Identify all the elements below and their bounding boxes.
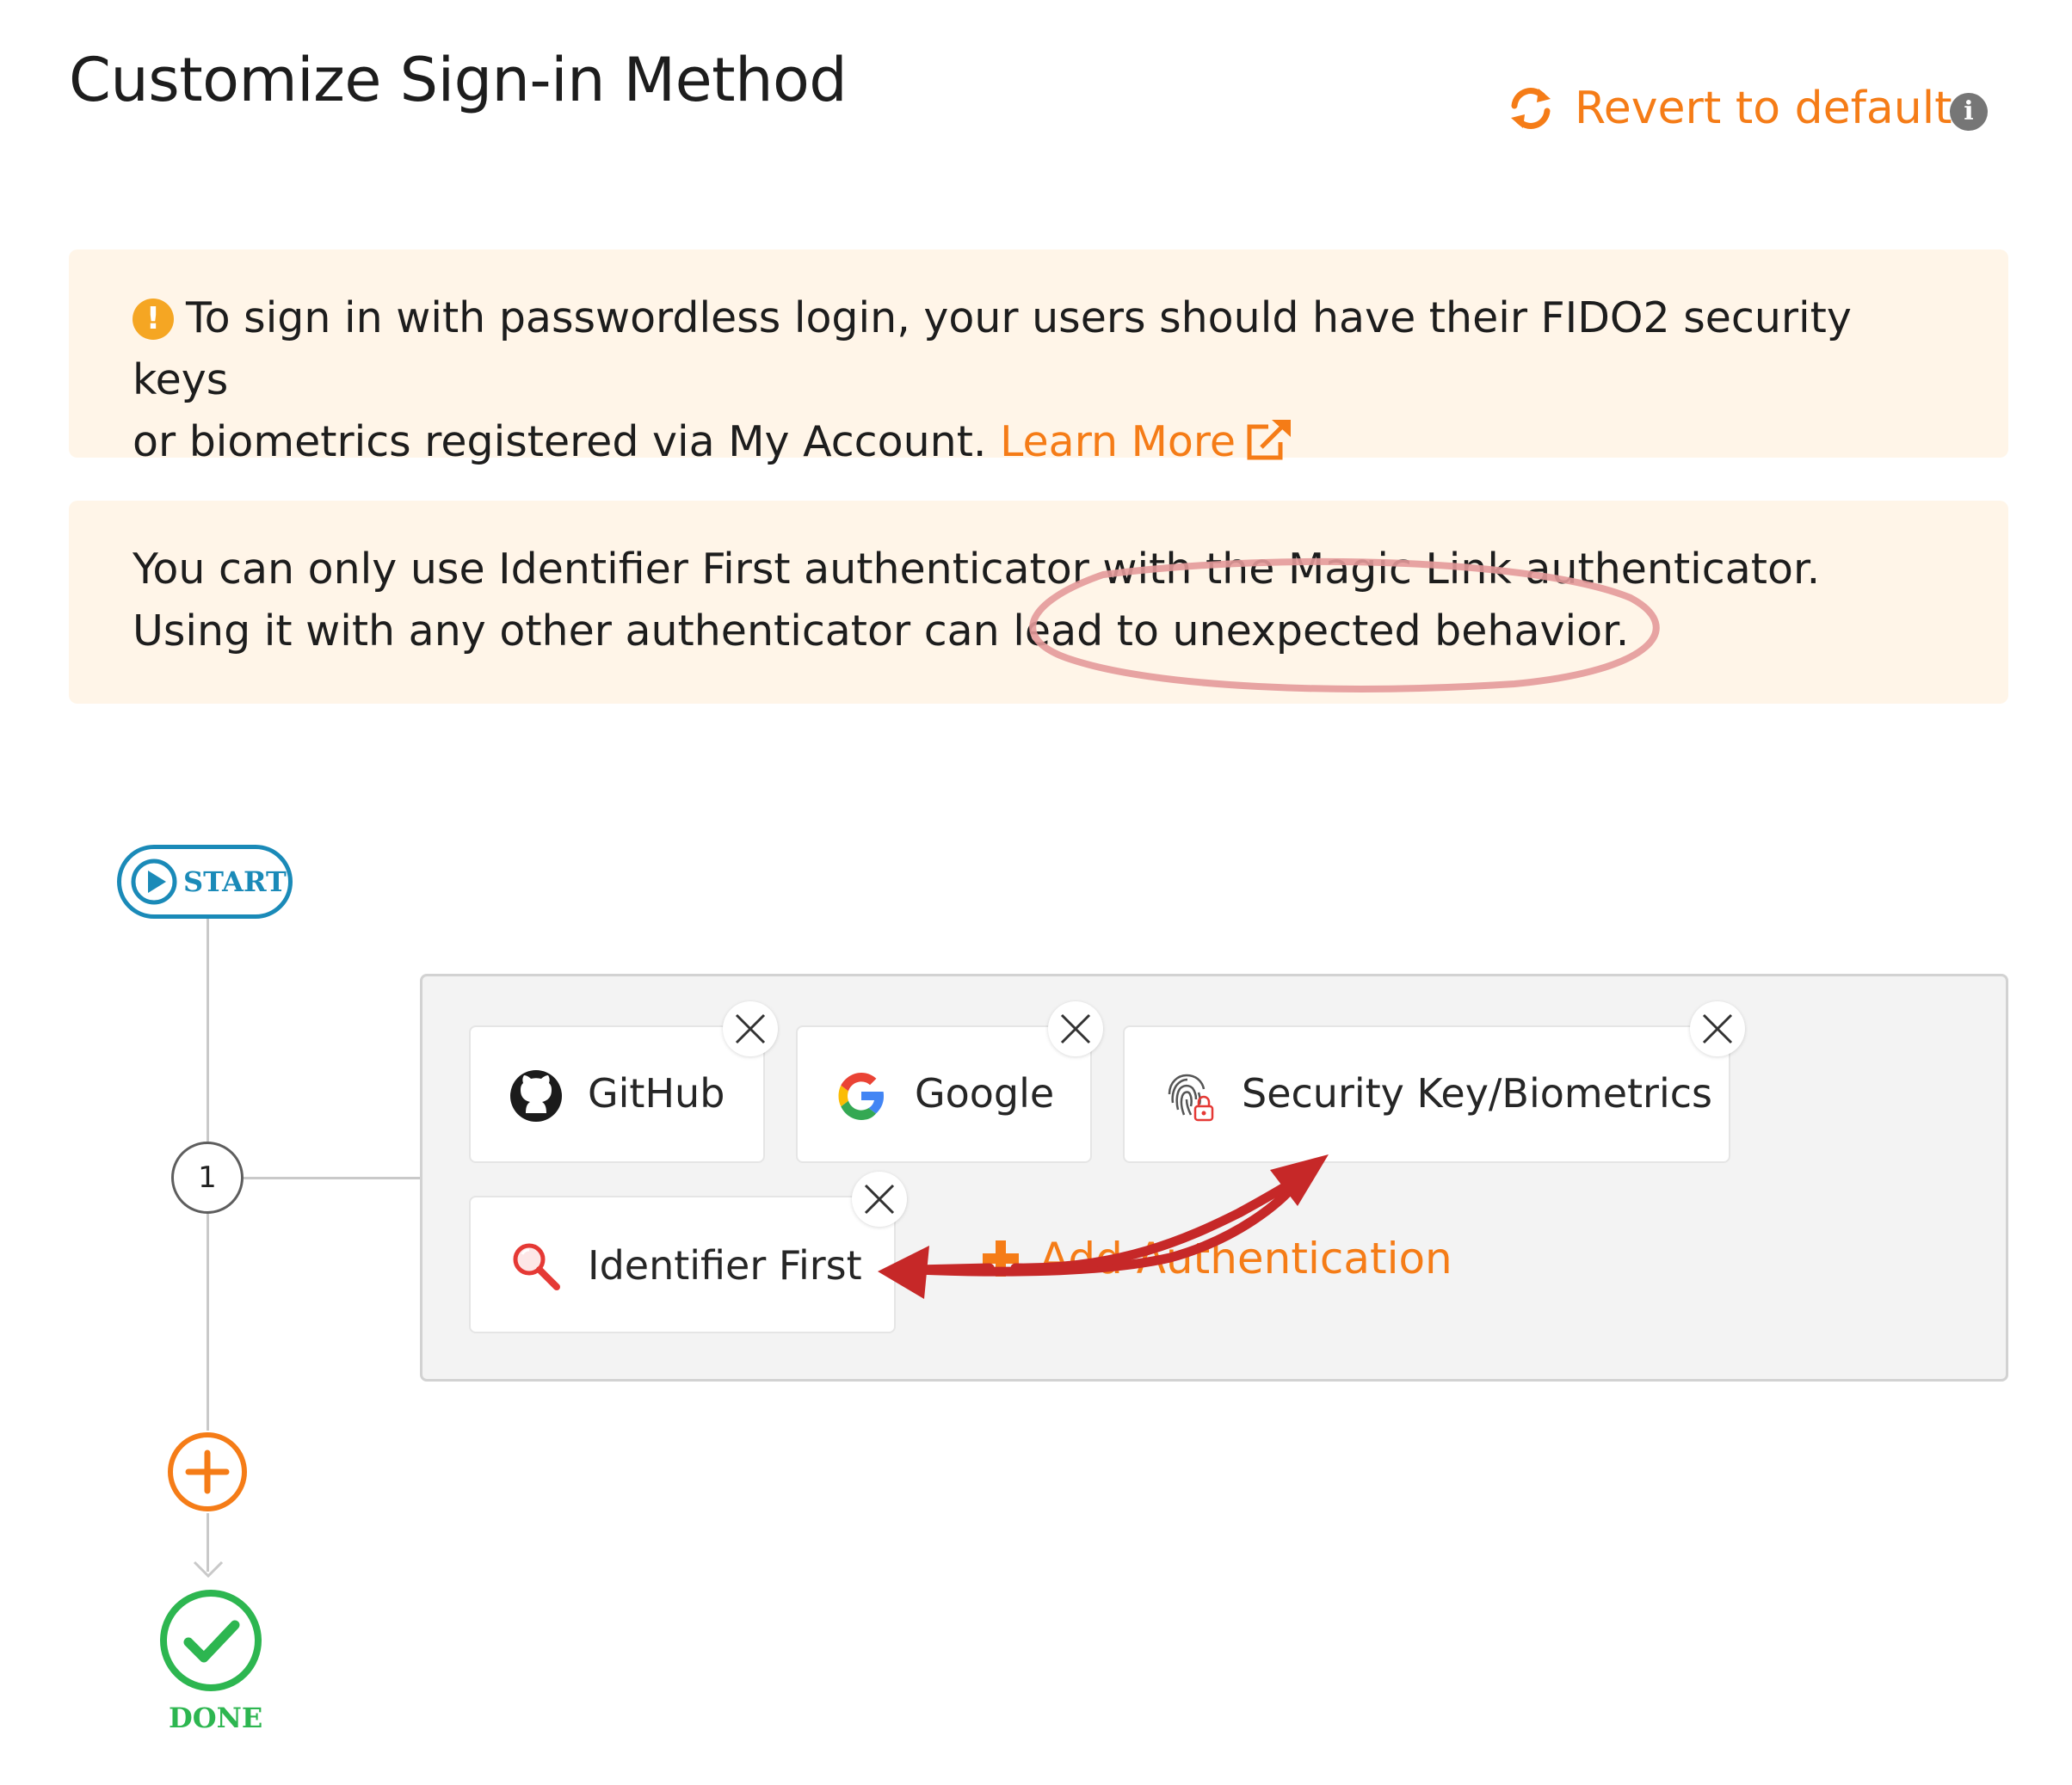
remove-google-button[interactable] [1048,1001,1103,1056]
close-icon [1060,1013,1091,1044]
learn-more-link[interactable]: Learn More [1000,417,1292,466]
remove-security-key-button[interactable] [1690,1001,1745,1056]
authenticator-card-identifier-first[interactable]: Identifier First [469,1196,896,1333]
identifier-first-warning-banner: You can only use Identifier First authen… [69,501,2008,704]
play-icon [131,859,177,905]
authenticator-label: Security Key/Biometrics [1242,1070,1712,1117]
banner-text: You can only use Identifier First authen… [133,545,1821,594]
start-label: START [183,865,287,898]
banner-text: Using it with any other authenticator ca… [133,606,1630,656]
authenticator-card-google[interactable]: Google [796,1025,1092,1163]
fingerprint-icon [1168,1074,1214,1122]
banner-line: ! To sign in with passwordless login, you… [133,287,1945,411]
add-authentication-button[interactable]: Add Authentication [981,1234,1452,1283]
revert-label: Revert to default [1575,83,1952,134]
banner-line: or biometrics registered via My Account.… [133,411,1945,473]
authenticator-label: Google [915,1070,1055,1117]
flow-connector [207,919,209,1142]
refresh-icon [1511,88,1551,129]
warning-icon: ! [133,299,174,340]
authenticator-card-github[interactable]: GitHub [469,1025,765,1163]
add-authentication-label: Add Authentication [1039,1234,1452,1283]
passwordless-info-banner: ! To sign in with passwordless login, you… [69,249,2008,466]
flow-arrow-icon [193,1560,224,1579]
magnifier-icon [513,1243,560,1290]
flow-connector [207,1214,209,1431]
done-check-icon [160,1590,262,1691]
flow-connector [244,1177,420,1179]
github-icon [510,1070,562,1122]
add-step-button[interactable] [166,1431,249,1513]
google-icon [838,1073,884,1120]
info-icon[interactable]: i [1950,93,1988,131]
close-icon [735,1013,766,1044]
learn-more-label: Learn More [1000,417,1236,466]
start-node: START [117,845,293,919]
close-icon [1702,1013,1733,1044]
banner-text: or biometrics registered via My Account. [133,417,987,466]
step-number: 1 [171,1142,244,1214]
plus-icon [983,1240,1019,1277]
external-link-icon [1247,420,1292,460]
authenticator-label: Identifier First [588,1242,862,1289]
remove-identifier-first-button[interactable] [852,1172,907,1227]
page-title: Customize Sign-in Method [69,45,848,115]
close-icon [864,1184,895,1215]
remove-github-button[interactable] [723,1001,778,1056]
authenticator-card-security-key[interactable]: Security Key/Biometrics [1123,1025,1730,1163]
authenticator-label: GitHub [588,1070,725,1117]
banner-text: To sign in with passwordless login, your… [133,293,1852,404]
done-label: DONE [169,1702,263,1734]
revert-to-default-button[interactable]: Revert to default [1506,83,1952,134]
